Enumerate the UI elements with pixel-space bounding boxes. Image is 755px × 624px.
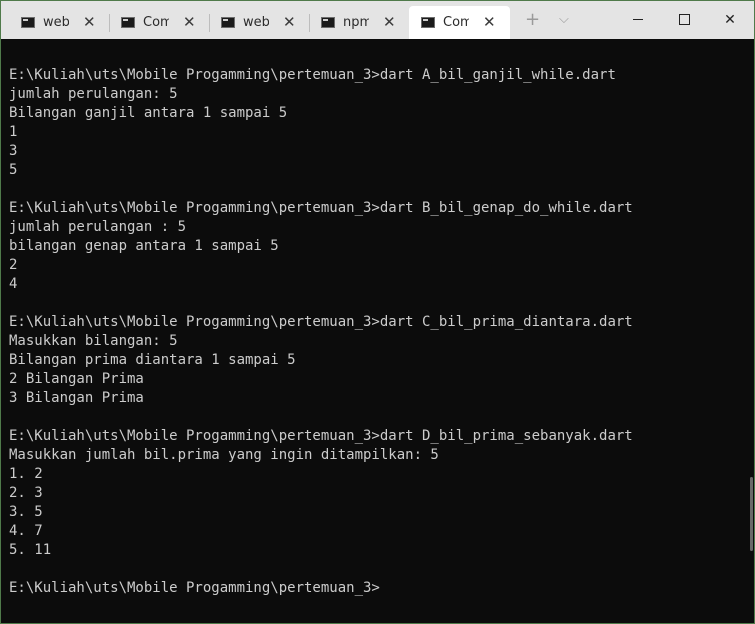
command-prompt-icon <box>321 17 335 28</box>
output-line: 4. 7 <box>9 523 43 539</box>
tab-com-1[interactable]: Com ✕ <box>109 6 209 39</box>
minimize-icon <box>633 19 643 20</box>
output-line: 2 <box>9 257 18 273</box>
output-line: bilangan genap antara 1 sampai 5 <box>9 238 279 254</box>
tab-webp-2[interactable]: webp ✕ <box>209 6 309 39</box>
command-prompt-icon <box>221 17 235 28</box>
tab-label: webp <box>43 15 69 30</box>
command-prompt-icon <box>421 17 435 28</box>
close-window-button[interactable]: ✕ <box>707 1 753 39</box>
output-line: 3 Bilangan Prima <box>9 390 144 406</box>
output-line: 1 <box>9 124 18 140</box>
output-line: Bilangan ganjil antara 1 sampai 5 <box>9 105 288 121</box>
prompt-line: E:\Kuliah\uts\Mobile Progamming\pertemua… <box>9 428 633 444</box>
prompt-line: E:\Kuliah\uts\Mobile Progamming\pertemua… <box>9 67 616 83</box>
command-prompt-icon <box>121 17 135 28</box>
output-line: 3. 5 <box>9 504 43 520</box>
vertical-scrollbar[interactable] <box>742 39 754 623</box>
command-prompt-icon <box>21 17 35 28</box>
close-tab-icon[interactable]: ✕ <box>283 12 296 32</box>
close-tab-icon[interactable]: ✕ <box>183 12 196 32</box>
prompt-line: E:\Kuliah\uts\Mobile Progamming\pertemua… <box>9 200 633 216</box>
output-line: 3 <box>9 143 18 159</box>
terminal-output[interactable]: E:\Kuliah\uts\Mobile Progamming\pertemua… <box>1 39 742 623</box>
maximize-icon <box>679 14 690 25</box>
tab-npm[interactable]: npm ✕ <box>309 6 409 39</box>
title-bar: webp ✕ Com ✕ webp ✕ npm ✕ Com ✕ + ⌵ <box>1 1 754 39</box>
prompt-line: E:\Kuliah\uts\Mobile Progamming\pertemua… <box>9 314 633 330</box>
output-line: 2. 3 <box>9 485 43 501</box>
output-line: 5 <box>9 162 18 178</box>
output-line: 5. 11 <box>9 542 52 558</box>
plus-icon[interactable]: + <box>525 10 540 30</box>
scrollbar-thumb[interactable] <box>750 477 753 551</box>
tab-label: webp <box>243 15 269 30</box>
close-tab-icon[interactable]: ✕ <box>83 12 96 32</box>
output-line: jumlah perulangan: 5 <box>9 86 178 102</box>
minimize-button[interactable] <box>615 1 661 39</box>
close-tab-icon[interactable]: ✕ <box>383 12 396 32</box>
maximize-button[interactable] <box>661 1 707 39</box>
tab-webp-1[interactable]: webp ✕ <box>9 6 109 39</box>
output-line: 1. 2 <box>9 466 43 482</box>
tab-com-active[interactable]: Com ✕ <box>409 6 510 39</box>
output-line: Bilangan prima diantara 1 sampai 5 <box>9 352 296 368</box>
output-line: Masukkan jumlah bil.prima yang ingin dit… <box>9 447 439 463</box>
tab-label: Com <box>143 15 169 30</box>
close-tab-icon[interactable]: ✕ <box>483 12 496 32</box>
chevron-down-icon[interactable]: ⌵ <box>559 12 569 28</box>
output-line: 2 Bilangan Prima <box>9 371 144 387</box>
close-icon: ✕ <box>724 12 736 28</box>
terminal-window: webp ✕ Com ✕ webp ✕ npm ✕ Com ✕ + ⌵ <box>0 0 755 624</box>
output-line: Masukkan bilangan: 5 <box>9 333 178 349</box>
prompt-line: E:\Kuliah\uts\Mobile Progamming\pertemua… <box>9 580 380 596</box>
tab-label: Com <box>443 15 469 30</box>
tab-label: npm <box>343 15 369 30</box>
output-line: 4 <box>9 276 18 292</box>
output-line: jumlah perulangan : 5 <box>9 219 187 235</box>
